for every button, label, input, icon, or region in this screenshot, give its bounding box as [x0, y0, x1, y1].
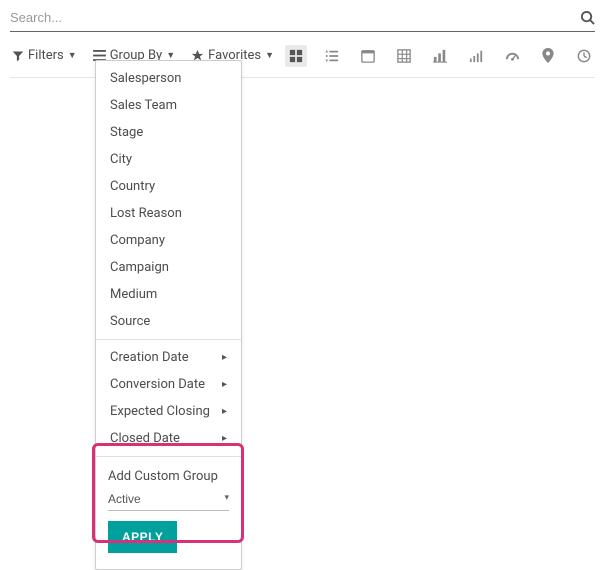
calendar-view-button[interactable]	[357, 45, 379, 67]
groupby-item-label: Company	[110, 233, 165, 248]
groupby-date-item[interactable]: Closed Date ▸	[96, 425, 241, 452]
groupby-item-label: City	[110, 152, 132, 167]
search-input[interactable]	[10, 10, 580, 25]
cohort-view-button[interactable]	[465, 45, 487, 67]
groupby-item[interactable]: Lost Reason	[96, 200, 241, 227]
groupby-date-item[interactable]: Creation Date ▸	[96, 344, 241, 371]
activity-view-button[interactable]	[573, 45, 595, 67]
groupby-custom-section: Add Custom Group Active ▾ APPLY	[96, 456, 241, 569]
groupby-item[interactable]: Medium	[96, 281, 241, 308]
groupby-item-label: Medium	[110, 287, 157, 302]
groupby-item-label: Country	[110, 179, 155, 194]
add-custom-group-label: Add Custom Group	[108, 469, 229, 484]
groupby-item[interactable]: Campaign	[96, 254, 241, 281]
map-view-button[interactable]	[537, 45, 559, 67]
list-view-button[interactable]	[321, 45, 343, 67]
groupby-item-label: Source	[110, 314, 150, 329]
caret-right-icon: ▸	[222, 379, 227, 390]
groupby-item-label: Sales Team	[110, 98, 177, 113]
groupby-simple-section: Salesperson Sales Team Stage City Country Los…	[96, 61, 241, 339]
caret-right-icon: ▸	[222, 433, 227, 444]
groupby-item[interactable]: Sales Team	[96, 92, 241, 119]
groupby-item-label: Expected Closing	[110, 404, 210, 419]
groupby-dropdown: Salesperson Sales Team Stage City Country Los…	[95, 60, 242, 570]
groupby-item-label: Lost Reason	[110, 206, 182, 221]
groupby-date-item[interactable]: Conversion Date ▸	[96, 371, 241, 398]
groupby-item-label: Conversion Date	[110, 377, 205, 392]
caret-right-icon: ▸	[222, 406, 227, 417]
search-icon[interactable]	[580, 10, 595, 25]
groupby-dates-section: Creation Date▸Conversion Date▸Expected C…	[96, 339, 241, 456]
groupby-item-label: Creation Date	[110, 350, 189, 365]
filters-button[interactable]: Filters ▼	[10, 44, 79, 67]
caret-right-icon: ▸	[222, 352, 227, 363]
caret-down-icon: ▼	[68, 50, 77, 61]
groupby-item-label: Closed Date	[110, 431, 180, 446]
groupby-item[interactable]: Source	[96, 308, 241, 335]
kanban-view-button[interactable]	[285, 45, 307, 67]
search-bar	[10, 8, 595, 32]
dashboard-view-button[interactable]	[501, 45, 523, 67]
groupby-item-label: Salesperson	[110, 71, 181, 86]
groupby-date-item[interactable]: Expected Closing ▸	[96, 398, 241, 425]
groupby-item[interactable]: Salesperson	[96, 65, 241, 92]
groupby-item[interactable]: Company	[96, 227, 241, 254]
caret-down-icon: ▼	[265, 50, 274, 61]
groupby-item[interactable]: Country	[96, 173, 241, 200]
groupby-item[interactable]: Stage	[96, 119, 241, 146]
custom-group-select[interactable]: Active	[108, 490, 229, 511]
groupby-item-label: Campaign	[110, 260, 169, 275]
apply-button[interactable]: APPLY	[108, 521, 177, 553]
pivot-view-button[interactable]	[393, 45, 415, 67]
groupby-item[interactable]: City	[96, 146, 241, 173]
filter-icon	[12, 50, 24, 62]
view-switcher	[285, 45, 595, 67]
graph-view-button[interactable]	[429, 45, 451, 67]
filters-label: Filters	[28, 48, 64, 63]
groupby-item-label: Stage	[110, 125, 143, 140]
